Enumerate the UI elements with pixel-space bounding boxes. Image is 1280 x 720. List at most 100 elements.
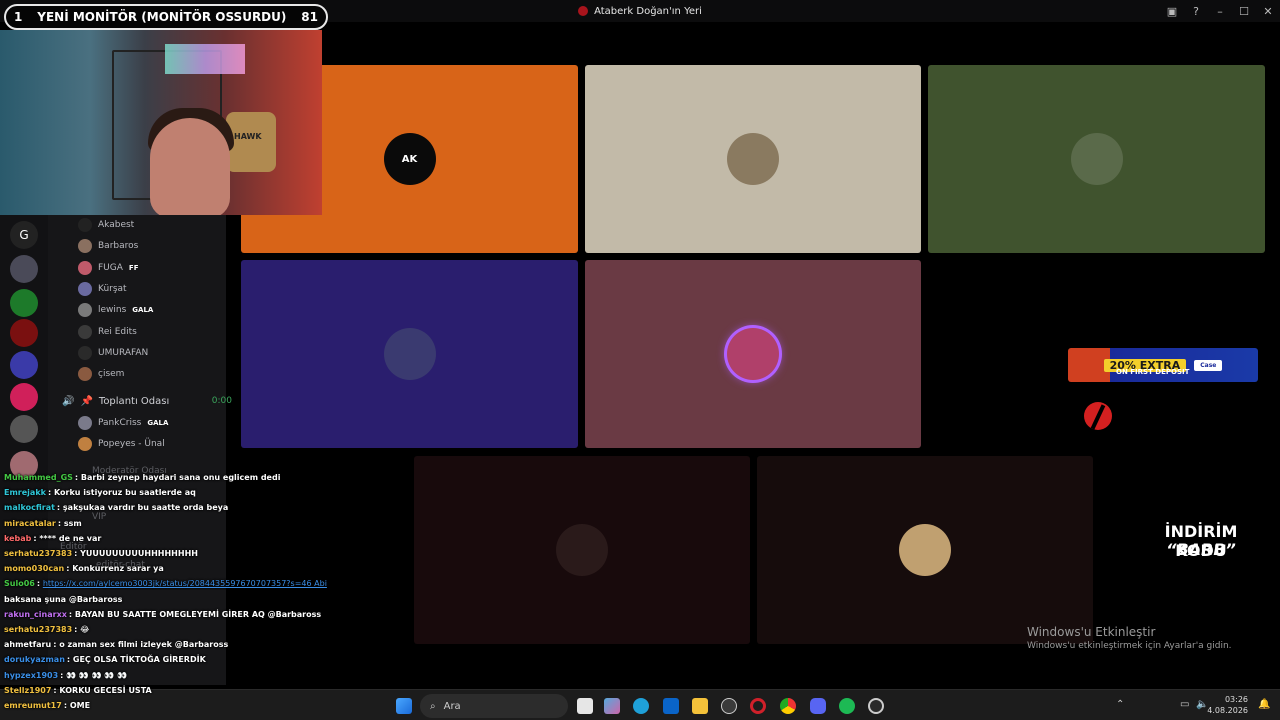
clock-date: 4.08.2026 xyxy=(1207,706,1248,715)
windows-start-icon[interactable] xyxy=(396,698,412,714)
spotify-icon[interactable] xyxy=(839,698,855,714)
chat-text: **** de ne var xyxy=(39,533,102,543)
voice-channel-name: Toplantı Odası xyxy=(98,395,170,407)
close-button[interactable]: ✕ xyxy=(1256,5,1280,18)
notification-bell-icon[interactable]: 🔔 xyxy=(1258,699,1270,710)
chat-username: kebab xyxy=(4,533,32,543)
chat-text: OME xyxy=(69,701,91,710)
window-title: Ataberk Doğan'ın Yeri xyxy=(594,5,702,17)
windows-activation-watermark: Windows'u Etkinleştir Windows'u etkinleş… xyxy=(1027,625,1232,651)
task-view-icon[interactable] xyxy=(577,698,593,714)
voice-member[interactable]: UMURAFAN xyxy=(78,344,148,362)
taskbar-search[interactable]: ⌕ Ara xyxy=(420,694,568,718)
discord-icon[interactable] xyxy=(810,698,826,714)
member-name: Akabest xyxy=(98,220,135,230)
server-icon[interactable] xyxy=(10,319,38,347)
chat-message: baksana şuna @Barbaross xyxy=(4,592,122,608)
member-name: Popeyes - Ünal xyxy=(98,439,165,449)
chat-text: Korku istiyoruz bu saatlerde aq xyxy=(53,488,196,498)
chat-text: YUUUUUUUUUHHHHHHHH xyxy=(80,549,198,558)
member-badge: GALA xyxy=(147,419,169,427)
edge-icon[interactable] xyxy=(633,698,649,714)
chat-message: Emrejakk: Korku istiyoruz bu saatlerde a… xyxy=(4,485,196,501)
xbox-icon[interactable] xyxy=(721,698,737,714)
participant-avatar xyxy=(727,328,779,380)
stream-chat-overlay: Muhammed_GS: Barbi zeynep haydari sana o… xyxy=(0,470,330,720)
voice-member[interactable]: Rei Edits xyxy=(78,323,137,341)
speaker-icon: 🔊 xyxy=(62,395,75,407)
server-icon[interactable] xyxy=(10,383,38,411)
avatar xyxy=(78,239,92,254)
participant-avatar xyxy=(556,524,608,576)
maximize-button[interactable]: ☐ xyxy=(1232,5,1256,18)
promo-code-value: “BARB” xyxy=(1166,540,1236,559)
voice-channel-member[interactable]: PankCriss GALA xyxy=(78,414,168,432)
server-icon[interactable] xyxy=(10,255,38,283)
chat-message: serhatu237383: YUUUUUUUUUHHHHHHHH xyxy=(4,546,198,562)
voice-channel-member[interactable]: Popeyes - Ünal xyxy=(78,435,165,453)
ad-brand: Case xyxy=(1194,359,1223,371)
activation-subtitle: Windows'u etkinleştirmek için Ayarlar'a … xyxy=(1027,641,1232,651)
avatar xyxy=(78,324,92,339)
chat-message: malkocfirat: şakşukaa vardır bu saatte o… xyxy=(4,500,228,516)
voice-member[interactable]: Barbaros xyxy=(78,237,138,255)
neon-cube-lamp xyxy=(165,44,245,74)
voice-member[interactable]: lewins GALA xyxy=(78,301,153,319)
server-icon[interactable] xyxy=(10,415,38,443)
voice-member[interactable]: çisem xyxy=(78,365,124,383)
overlay-title: YENİ MONİTÖR (MONİTÖR OSSURDU) xyxy=(37,10,287,24)
inbox-icon[interactable]: ▣ xyxy=(1160,5,1184,18)
minimize-button[interactable]: – xyxy=(1208,5,1232,18)
avatar xyxy=(78,218,92,232)
chat-username: serhatu237383 xyxy=(4,625,73,634)
avatar xyxy=(78,345,92,360)
chat-text: https://x.com/aylcemo3003jk/status/20844… xyxy=(42,579,327,589)
chat-username: hypzex1903 xyxy=(4,670,59,680)
participant-avatar xyxy=(1070,133,1123,185)
chrome-icon[interactable] xyxy=(780,698,796,714)
video-tile[interactable] xyxy=(585,65,921,253)
server-icon[interactable] xyxy=(10,351,38,379)
voice-channel-toplanti[interactable]: 🔊 📌 Toplantı Odası 0:00 xyxy=(62,393,232,409)
video-tile[interactable] xyxy=(585,260,921,448)
sponsor-logo-icon xyxy=(1084,402,1112,430)
copilot-icon[interactable] xyxy=(604,698,620,714)
clock-time: 03:26 xyxy=(1224,695,1248,704)
voice-member[interactable]: Kürşat xyxy=(78,280,127,298)
taskbar-clock[interactable]: 03:26 4.08.2026 xyxy=(1207,694,1248,716)
server-icon[interactable] xyxy=(10,289,38,317)
stream-title-overlay: 1 YENİ MONİTÖR (MONİTÖR OSSURDU) 81 xyxy=(4,4,328,30)
outlook-icon[interactable] xyxy=(663,698,679,714)
chat-username: rakun_cinarxx xyxy=(4,609,67,619)
opera-icon[interactable] xyxy=(750,698,766,714)
server-icon[interactable]: G xyxy=(10,221,38,249)
participant-avatar xyxy=(899,524,951,576)
video-tile[interactable] xyxy=(241,260,578,448)
help-icon[interactable]: ? xyxy=(1184,5,1208,18)
video-tile[interactable] xyxy=(757,456,1093,644)
chat-username: ahmetfaru xyxy=(4,640,52,650)
video-tile[interactable] xyxy=(928,65,1265,253)
chat-username: momo030can xyxy=(4,564,65,574)
network-icon[interactable]: ▭ xyxy=(1180,699,1189,710)
avatar xyxy=(78,281,92,296)
obs-icon[interactable] xyxy=(868,698,884,714)
voice-member[interactable]: FUGA FF xyxy=(78,259,138,277)
file-explorer-icon[interactable] xyxy=(692,698,708,714)
chat-text: baksana şuna @Barbaross xyxy=(4,594,123,604)
video-tile[interactable] xyxy=(414,456,750,644)
chat-message: kebab: **** de ne var xyxy=(4,531,101,547)
chat-message: momo030can: Konkurrenz sarar ya xyxy=(4,561,164,577)
avatar xyxy=(78,303,92,318)
activation-title: Windows'u Etkinleştir xyxy=(1027,625,1156,639)
chat-message: dorukyazman: GEÇ OLSA TİKTOĞA GİRERDİK xyxy=(4,652,206,668)
participant-avatar xyxy=(383,328,436,380)
chat-message: Stellz1907: KORKU GECESİ USTA xyxy=(4,683,152,699)
tray-chevron-icon[interactable]: ⌃ xyxy=(1116,699,1124,710)
discord-server-logo-icon xyxy=(578,6,589,16)
chat-message: Sulo06: https://x.com/aylcemo3003jk/stat… xyxy=(4,576,327,592)
member-name: lewins xyxy=(98,305,127,316)
avatar xyxy=(78,367,92,382)
chat-message: ahmetfaru: o zaman sex filmi izleyek @Ba… xyxy=(4,637,228,653)
voice-member[interactable]: Akabest xyxy=(78,216,134,234)
